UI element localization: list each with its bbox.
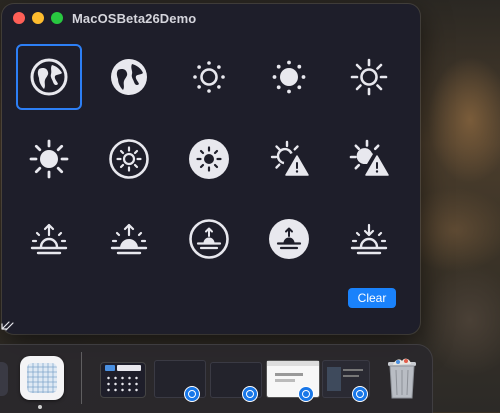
symbol-cell-globe-fill[interactable] — [96, 44, 162, 110]
symbol-cell-sunrise[interactable] — [16, 206, 82, 272]
window-title: MacOSBeta26Demo — [72, 11, 197, 26]
sunset-icon — [350, 223, 388, 255]
symbol-cell-sun-warning-fill[interactable] — [336, 126, 402, 192]
app-window: MacOSBeta26Demo Clear — [2, 4, 420, 334]
resize-handle-icon[interactable] — [0, 318, 16, 332]
sun-max-icon — [350, 58, 388, 96]
title-bar[interactable]: MacOSBeta26Demo — [2, 4, 420, 32]
window-badge-icon — [184, 386, 200, 402]
globe-europe-africa-fill-icon — [111, 59, 147, 95]
symbol-cell-sun-min-fill[interactable] — [256, 44, 322, 110]
sunrise-circle-icon — [189, 219, 229, 259]
sun-exclamationmark-fill-icon — [349, 139, 389, 176]
dock-app-partial[interactable] — [0, 362, 8, 396]
symbol-cell-sunset[interactable] — [336, 206, 402, 272]
window-badge-icon — [242, 386, 258, 402]
dock-finder-window-thumbnail[interactable] — [100, 362, 146, 398]
symbol-cell-globe[interactable] — [16, 44, 82, 110]
clear-button[interactable]: Clear — [348, 288, 396, 308]
zoom-button[interactable] — [51, 12, 63, 24]
symbol-cell-sunrise-circle-fill[interactable] — [256, 206, 322, 272]
sun-max-circle-fill-icon — [189, 139, 229, 179]
symbol-cell-sun-warning[interactable] — [256, 126, 322, 192]
symbol-cell-sun-max-circle[interactable] — [96, 126, 162, 192]
sunrise-icon — [30, 223, 68, 255]
minimize-button[interactable] — [32, 12, 44, 24]
dock-divider — [81, 352, 82, 404]
symbol-cell-sun-max-fill[interactable] — [16, 126, 82, 192]
symbol-cell-sunrise-circle[interactable] — [176, 206, 242, 272]
sun-min-icon — [193, 61, 225, 93]
trash-icon[interactable] — [384, 356, 420, 400]
sun-max-circle-icon — [109, 139, 149, 179]
sunrise-fill-icon — [110, 223, 148, 255]
symbol-cell-sun-min[interactable] — [176, 44, 242, 110]
running-indicator — [38, 405, 42, 409]
symbol-cell-sunrise-fill[interactable] — [96, 206, 162, 272]
globe-europe-africa-icon — [30, 58, 68, 96]
app-icon-grid — [27, 363, 57, 393]
close-button[interactable] — [13, 12, 25, 24]
window-badge-icon — [352, 386, 368, 402]
dock-app-icon[interactable] — [20, 356, 64, 400]
window-badge-icon — [298, 386, 314, 402]
sun-max-fill-icon — [29, 139, 69, 179]
sunrise-circle-fill-icon — [269, 219, 309, 259]
sun-exclamationmark-icon — [270, 140, 309, 176]
symbol-cell-sun-max[interactable] — [336, 44, 402, 110]
symbol-cell-sun-max-circle-fill[interactable] — [176, 126, 242, 192]
sun-min-fill-icon — [272, 60, 306, 94]
